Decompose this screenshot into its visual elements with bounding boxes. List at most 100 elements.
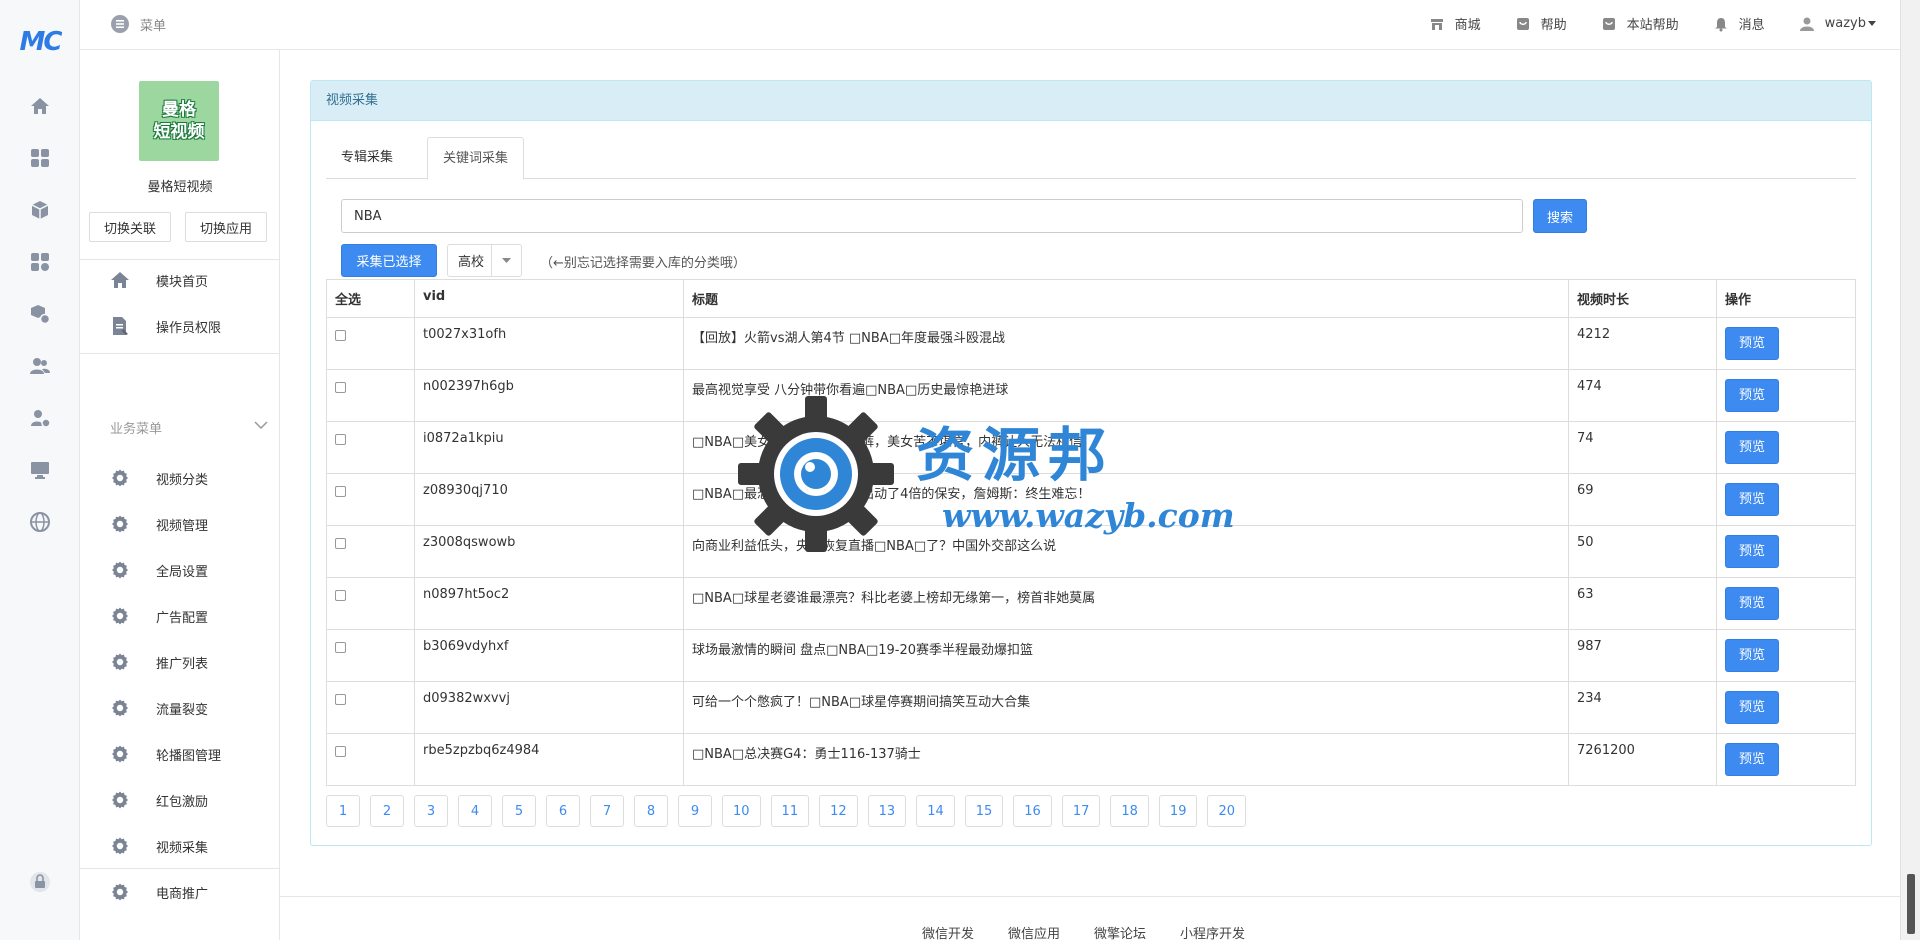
business-menu-group[interactable]: 业务菜单: [80, 418, 280, 440]
row-checkbox[interactable]: [335, 538, 346, 549]
package-settings-icon[interactable]: [28, 302, 52, 326]
page-link[interactable]: 8: [634, 795, 668, 827]
preview-button[interactable]: 预览: [1725, 431, 1779, 464]
apps-icon[interactable]: [28, 146, 52, 170]
page-link[interactable]: 7: [590, 795, 624, 827]
sidebar-item-6[interactable]: 流量裂变: [80, 688, 280, 728]
sidebar-item-label: 视频管理: [156, 518, 209, 534]
sidebar-item-module-home[interactable]: 模块首页: [80, 260, 280, 300]
sidebar-item-label: 红包激励: [156, 794, 209, 810]
row-checkbox[interactable]: [335, 642, 346, 653]
switch-app-button[interactable]: 切换应用: [185, 212, 267, 242]
scrollbar-thumb[interactable]: [1907, 874, 1915, 934]
preview-button[interactable]: 预览: [1725, 691, 1779, 724]
sidebar-item-1[interactable]: 视频分类: [80, 458, 280, 498]
home-icon[interactable]: [28, 94, 52, 118]
user-menu[interactable]: wazyb: [1799, 16, 1876, 32]
lock-icon[interactable]: [28, 870, 52, 894]
duration-cell: 474: [1568, 369, 1717, 422]
select-all-header[interactable]: 全选: [326, 279, 415, 318]
search-input[interactable]: [341, 199, 1523, 233]
category-select[interactable]: 高校: [447, 244, 522, 277]
shop-link[interactable]: 商城: [1429, 14, 1481, 33]
row-checkbox[interactable]: [335, 382, 346, 393]
footer-link[interactable]: 微信应用: [1008, 923, 1060, 940]
row-checkbox[interactable]: [335, 330, 346, 341]
page-link[interactable]: 14: [916, 795, 955, 827]
preview-button[interactable]: 预览: [1725, 327, 1779, 360]
help-link[interactable]: 帮助: [1515, 14, 1567, 33]
logo-text: MC: [19, 27, 63, 57]
site-help-link[interactable]: 本站帮助: [1601, 14, 1679, 33]
preview-button[interactable]: 预览: [1725, 379, 1779, 412]
messages-link[interactable]: 消息: [1713, 14, 1765, 33]
page-link[interactable]: 1: [326, 795, 360, 827]
page-link[interactable]: 17: [1061, 795, 1101, 827]
row-checkbox[interactable]: [335, 486, 346, 497]
preview-button[interactable]: 预览: [1725, 587, 1779, 620]
page-link[interactable]: 10: [722, 795, 761, 827]
preview-button[interactable]: 预览: [1725, 639, 1779, 672]
page-link[interactable]: 2: [370, 795, 404, 827]
app-thumb-text-2: 短视频: [153, 122, 205, 142]
collect-selected-button[interactable]: 采集已选择: [341, 244, 437, 277]
sidebar-item-3[interactable]: 全局设置: [80, 550, 280, 590]
page-link[interactable]: 12: [819, 795, 858, 827]
preview-button[interactable]: 预览: [1725, 535, 1779, 568]
footer-link[interactable]: 微擎论坛: [1094, 923, 1146, 940]
vid-cell: b3069vdyhxf: [414, 629, 684, 682]
page-link[interactable]: 9: [678, 795, 712, 827]
brand-logo[interactable]: MC: [14, 24, 66, 60]
table-row: n0897ht5oc2 □NBA□球星老婆谁最漂亮？科比老婆上榜却无缘第一，榜首非…: [326, 577, 1856, 630]
row-select-cell: [326, 525, 415, 578]
sidebar-item-9[interactable]: 视频采集: [80, 826, 280, 866]
switch-link-button[interactable]: 切换关联: [89, 212, 171, 242]
preview-button[interactable]: 预览: [1725, 483, 1779, 516]
footer-link[interactable]: 微信开发: [922, 923, 974, 940]
vid-cell: z3008qswowb: [414, 525, 684, 578]
row-checkbox[interactable]: [335, 746, 346, 757]
table-row: d09382wxvvj 可给一个个憋疯了！□NBA□球星停赛期间搞笑互动大合集 23…: [326, 681, 1856, 734]
row-checkbox[interactable]: [335, 434, 346, 445]
tab-keyword-collect[interactable]: 关键词采集: [427, 137, 525, 180]
sidebar-item-10[interactable]: 电商推广: [80, 872, 280, 912]
menu-toggle[interactable]: 菜单: [110, 14, 166, 34]
preview-button[interactable]: 预览: [1725, 743, 1779, 776]
sidebar-item-4[interactable]: 广告配置: [80, 596, 280, 636]
cube-icon[interactable]: [28, 198, 52, 222]
sidebar-item-operator-permissions[interactable]: 操作员权限: [80, 306, 280, 346]
category-select-value: 高校: [458, 255, 485, 270]
page-link[interactable]: 20: [1207, 795, 1247, 827]
page-link[interactable]: 11: [770, 795, 810, 827]
sidebar-item-8[interactable]: 红包激励: [80, 780, 280, 820]
search-button[interactable]: 搜索: [1533, 199, 1587, 233]
page-link[interactable]: 4: [458, 795, 492, 827]
page-link[interactable]: 3: [414, 795, 448, 827]
row-checkbox[interactable]: [335, 694, 346, 705]
page-link[interactable]: 13: [867, 795, 907, 827]
vid-cell: d09382wxvvj: [414, 681, 684, 734]
sidebar-item-5[interactable]: 推广列表: [80, 642, 280, 682]
footer-link[interactable]: 小程序开发: [1180, 923, 1245, 940]
sidebar-item-label: 电商推广: [156, 886, 209, 902]
page-link[interactable]: 6: [546, 795, 580, 827]
table-row: z08930qj710 □NBA□最恐怖的一次冲突，出动了4倍的保安，詹姆斯：终生…: [326, 473, 1856, 526]
page-link[interactable]: 5: [502, 795, 536, 827]
user-settings-icon[interactable]: [28, 406, 52, 430]
users-icon[interactable]: [28, 354, 52, 378]
gear-icon: [110, 560, 130, 580]
page-link[interactable]: 16: [1013, 795, 1052, 827]
sidebar-item-label: 流量裂变: [156, 702, 209, 718]
page-link[interactable]: 19: [1158, 795, 1198, 827]
sidebar-item-label: 视频分类: [156, 472, 209, 488]
sidebar-item-2[interactable]: 视频管理: [80, 504, 280, 544]
widgets-icon[interactable]: [28, 250, 52, 274]
page-link[interactable]: 15: [964, 795, 1004, 827]
monitor-icon[interactable]: [28, 458, 52, 482]
page-scrollbar[interactable]: [1900, 0, 1920, 940]
page-link[interactable]: 18: [1110, 795, 1149, 827]
row-checkbox[interactable]: [335, 590, 346, 601]
globe-icon[interactable]: [28, 510, 52, 534]
sidebar-item-7[interactable]: 轮播图管理: [80, 734, 280, 774]
tab-album-collect[interactable]: 专辑采集: [326, 137, 408, 179]
